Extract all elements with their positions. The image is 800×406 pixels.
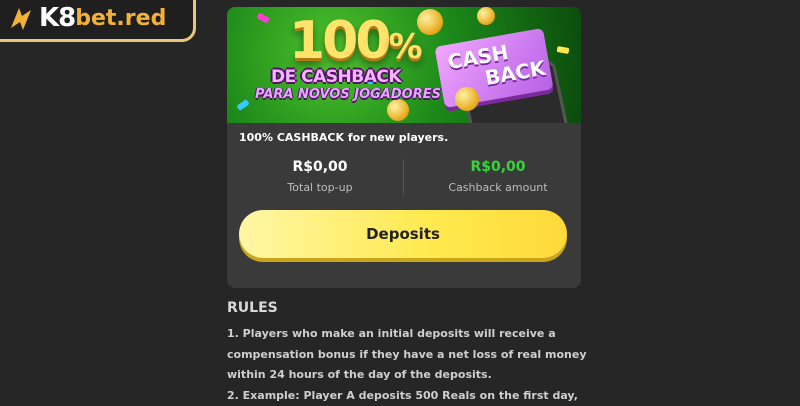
banner-subtitle-cashback: DE CASHBACK (271, 67, 401, 87)
logo-brand-domain: bet.red (75, 6, 166, 31)
cashback-amount-label: Cashback amount (410, 181, 581, 194)
coin-icon (417, 9, 443, 35)
coin-icon (455, 87, 479, 111)
rules-title: RULES (227, 300, 278, 316)
stats-divider (403, 159, 404, 195)
banner-headline: 100% (289, 11, 420, 71)
deposits-button[interactable]: Deposits (239, 210, 567, 258)
total-topup-stat: R$0,00 Total top-up (232, 159, 408, 194)
site-logo[interactable]: K8 bet.red (0, 0, 196, 42)
total-topup-label: Total top-up (232, 181, 408, 194)
rules-line: 2. Example: Player A deposits 500 Reals … (227, 386, 587, 406)
rules-text: 1. Players who make an initial deposits … (227, 324, 587, 406)
rules-line: compensation bonus if they have a net lo… (227, 345, 587, 366)
total-topup-value: R$0,00 (232, 159, 408, 175)
cashback-amount-value: R$0,00 (410, 159, 581, 175)
rules-line: 1. Players who make an initial deposits … (227, 324, 587, 345)
logo-brand-k8: K8 (39, 3, 75, 33)
rocket-icon (7, 4, 35, 32)
cashback-amount-stat: R$0,00 Cashback amount (410, 159, 581, 194)
promo-description: 100% CASHBACK for new players. (239, 131, 448, 144)
promo-banner: 100% DE CASHBACK PARA NOVOS JOGADORES CA… (227, 7, 581, 123)
coin-icon (477, 7, 495, 25)
banner-subtitle-players: PARA NOVOS JOGADORES (255, 87, 441, 102)
rules-line: within 24 hours of the day of the deposi… (227, 365, 587, 386)
cashback-card: 100% DE CASHBACK PARA NOVOS JOGADORES CA… (227, 7, 581, 288)
coin-icon (387, 99, 409, 121)
